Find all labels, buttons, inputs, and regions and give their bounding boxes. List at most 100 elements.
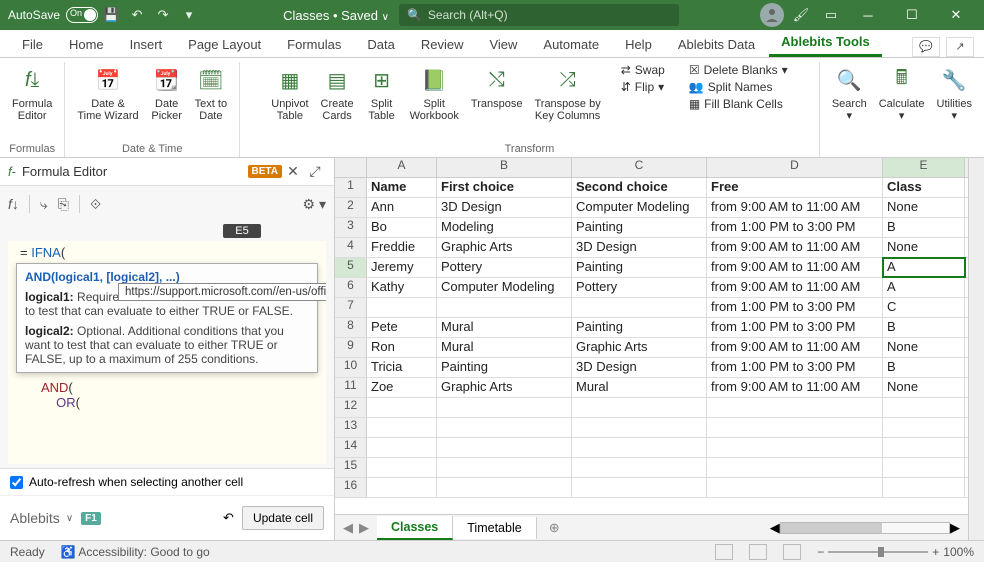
row-header[interactable]: 4 (335, 238, 367, 257)
cell[interactable]: B (883, 318, 965, 337)
cell[interactable]: A (883, 278, 965, 297)
row-header[interactable]: 9 (335, 338, 367, 357)
cell[interactable] (707, 418, 883, 437)
row-header[interactable]: 3 (335, 218, 367, 237)
search-button[interactable]: 🔍Search▾ (828, 62, 871, 124)
cell[interactable] (707, 458, 883, 477)
tab-file[interactable]: File (10, 32, 55, 57)
cell[interactable] (367, 298, 437, 317)
view-pagelayout-icon[interactable] (749, 544, 767, 560)
cell[interactable]: from 1:00 PM to 3:00 PM (707, 318, 883, 337)
split-table-button[interactable]: ⊞Split Table (362, 62, 402, 124)
view-pagebreak-icon[interactable] (783, 544, 801, 560)
sheet-prev-icon[interactable]: ◀ (343, 520, 353, 536)
utilities-button[interactable]: 🔧Utilities▾ (933, 62, 976, 124)
cell[interactable]: Graphic Arts (437, 378, 572, 397)
comments-icon[interactable]: 💬 (912, 37, 940, 57)
cell[interactable] (367, 398, 437, 417)
pane-close-icon[interactable]: ✕ (282, 163, 304, 180)
autosave-toggle[interactable]: AutoSave On (8, 7, 98, 23)
cell[interactable]: 3D Design (437, 198, 572, 217)
cell[interactable]: Ann (367, 198, 437, 217)
cell[interactable]: B (883, 358, 965, 377)
tooltip-signature[interactable]: AND(logical1, [logical2], ...) (25, 270, 309, 284)
cell[interactable] (707, 398, 883, 417)
search-box[interactable]: 🔍 Search (Alt+Q) (399, 4, 679, 26)
cell[interactable]: Bo (367, 218, 437, 237)
row-header[interactable]: 13 (335, 418, 367, 437)
tab-view[interactable]: View (477, 32, 529, 57)
cell[interactable]: Graphic Arts (572, 338, 707, 357)
cell[interactable]: 3D Design (572, 238, 707, 257)
highlight-icon[interactable]: ⟐ (90, 196, 101, 213)
col-header-e[interactable]: E (883, 158, 965, 177)
text-to-date-button[interactable]: 🗓Text to Date (191, 62, 231, 124)
sheet-tab-classes[interactable]: Classes (377, 516, 453, 540)
tab-help[interactable]: Help (613, 32, 664, 57)
cell[interactable] (572, 478, 707, 497)
tab-pagelayout[interactable]: Page Layout (176, 32, 273, 57)
tab-formulas[interactable]: Formulas (275, 32, 353, 57)
avatar[interactable] (760, 3, 784, 27)
cell[interactable]: Painting (572, 258, 707, 277)
cell[interactable]: Modeling (437, 218, 572, 237)
tab-ablebits-tools[interactable]: Ablebits Tools (769, 29, 882, 57)
cell[interactable]: from 1:00 PM to 3:00 PM (707, 218, 883, 237)
cell[interactable] (367, 458, 437, 477)
calculate-button[interactable]: 🖩Calculate▾ (875, 62, 929, 124)
cell[interactable]: Freddie (367, 238, 437, 257)
cell[interactable]: Tricia (367, 358, 437, 377)
sheet-tab-timetable[interactable]: Timetable (453, 517, 536, 539)
cell[interactable] (883, 418, 965, 437)
fx-icon[interactable]: f↓ (8, 196, 19, 212)
row-header[interactable]: 1 (335, 178, 367, 197)
brush-icon[interactable]: 🖌 (788, 7, 814, 23)
cell[interactable]: 3D Design (572, 358, 707, 377)
header-cell[interactable]: First choice (437, 178, 572, 197)
tab-review[interactable]: Review (409, 32, 476, 57)
cell[interactable]: Mural (437, 318, 572, 337)
cell[interactable]: B (883, 218, 965, 237)
cell[interactable]: None (883, 378, 965, 397)
cell[interactable]: Computer Modeling (437, 278, 572, 297)
vertical-scrollbar[interactable] (968, 158, 984, 540)
indent-icon[interactable]: ⤷ (40, 196, 48, 213)
cell[interactable]: Pottery (437, 258, 572, 277)
delete-blanks-button[interactable]: ☒Delete Blanks ▾ (685, 62, 792, 78)
tab-home[interactable]: Home (57, 32, 116, 57)
row-header[interactable]: 6 (335, 278, 367, 297)
toggle-switch[interactable]: On (66, 7, 98, 23)
transpose-key-button[interactable]: ⤮Transpose by Key Columns (530, 62, 604, 124)
row-header[interactable]: 7 (335, 298, 367, 317)
cell[interactable]: Painting (572, 318, 707, 337)
formula-editor-button[interactable]: f⤓Formula Editor (8, 62, 56, 124)
cell[interactable]: from 9:00 AM to 11:00 AM (707, 238, 883, 257)
cell[interactable]: None (883, 338, 965, 357)
cell[interactable]: Painting (572, 218, 707, 237)
cell[interactable]: Graphic Arts (437, 238, 572, 257)
accessibility-status[interactable]: ♿ Accessibility: Good to go (61, 545, 210, 559)
cell[interactable]: from 9:00 AM to 11:00 AM (707, 338, 883, 357)
copy-icon[interactable]: ⎘ (58, 196, 69, 213)
cell[interactable] (367, 438, 437, 457)
header-cell[interactable]: Free (707, 178, 883, 197)
ribbon-mode-icon[interactable]: ▭ (818, 7, 844, 23)
f1-badge[interactable]: F1 (81, 512, 101, 525)
scroll-right-icon[interactable]: ▶ (950, 520, 960, 536)
create-cards-button[interactable]: ▤Create Cards (317, 62, 358, 124)
cell[interactable] (883, 458, 965, 477)
cell[interactable]: A (883, 258, 965, 277)
row-header[interactable]: 16 (335, 478, 367, 497)
row-header[interactable]: 14 (335, 438, 367, 457)
col-header-a[interactable]: A (367, 158, 437, 177)
split-workbook-button[interactable]: 📗Split Workbook (406, 62, 463, 124)
cell[interactable] (572, 418, 707, 437)
swap-button[interactable]: ⇄Swap (617, 62, 669, 78)
tab-automate[interactable]: Automate (531, 32, 611, 57)
zoom-control[interactable]: − + 100% (817, 545, 974, 559)
close-button[interactable]: ✕ (936, 0, 976, 30)
cell[interactable] (437, 398, 572, 417)
row-header[interactable]: 10 (335, 358, 367, 377)
row-header[interactable]: 8 (335, 318, 367, 337)
minimize-button[interactable]: ─ (848, 0, 888, 30)
